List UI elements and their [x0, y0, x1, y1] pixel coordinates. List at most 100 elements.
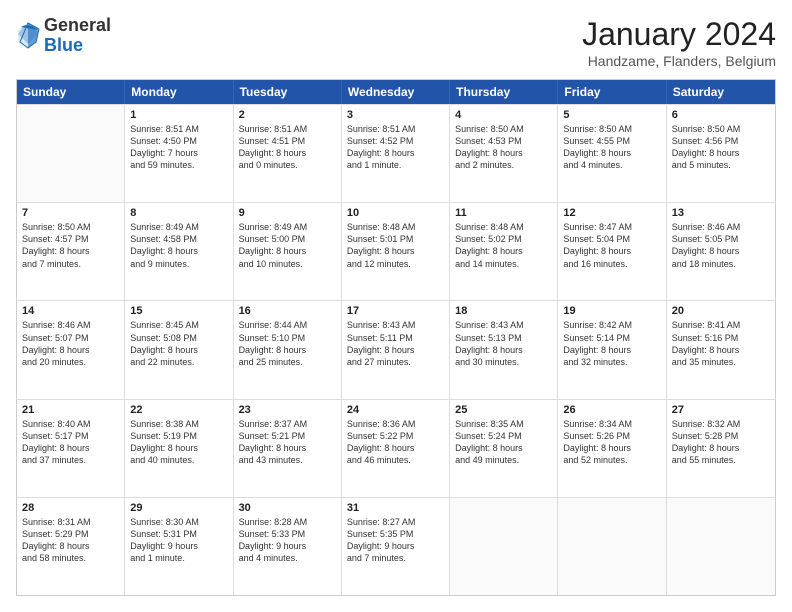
day-number: 20 — [672, 305, 770, 317]
calendar-body: 1 Sunrise: 8:51 AM Sunset: 4:50 PM Daylig… — [17, 104, 775, 595]
day-number: 13 — [672, 207, 770, 219]
logo: General Blue — [16, 16, 111, 56]
day-number: 26 — [563, 404, 660, 416]
cell-info: Sunrise: 8:34 AM Sunset: 5:26 PM Dayligh… — [563, 418, 660, 467]
calendar-cell: 8 Sunrise: 8:49 AM Sunset: 4:58 PM Daylig… — [125, 203, 233, 300]
calendar-row-1: 7 Sunrise: 8:50 AM Sunset: 4:57 PM Daylig… — [17, 202, 775, 300]
cell-info: Sunrise: 8:46 AM Sunset: 5:05 PM Dayligh… — [672, 221, 770, 270]
cell-info: Sunrise: 8:49 AM Sunset: 5:00 PM Dayligh… — [239, 221, 336, 270]
calendar-cell: 4 Sunrise: 8:50 AM Sunset: 4:53 PM Daylig… — [450, 105, 558, 202]
day-number: 1 — [130, 109, 227, 121]
day-number: 17 — [347, 305, 444, 317]
cell-info: Sunrise: 8:50 AM Sunset: 4:57 PM Dayligh… — [22, 221, 119, 270]
calendar-cell: 20 Sunrise: 8:41 AM Sunset: 5:16 PM Dayli… — [667, 301, 775, 398]
day-header-wednesday: Wednesday — [342, 80, 450, 104]
calendar-cell: 15 Sunrise: 8:45 AM Sunset: 5:08 PM Dayli… — [125, 301, 233, 398]
cell-info: Sunrise: 8:41 AM Sunset: 5:16 PM Dayligh… — [672, 319, 770, 368]
day-number: 11 — [455, 207, 552, 219]
title-block: January 2024 Handzame, Flanders, Belgium — [582, 16, 776, 69]
cell-info: Sunrise: 8:42 AM Sunset: 5:14 PM Dayligh… — [563, 319, 660, 368]
cell-info: Sunrise: 8:48 AM Sunset: 5:02 PM Dayligh… — [455, 221, 552, 270]
calendar-cell: 29Sunrise: 8:30 AM Sunset: 5:31 PM Dayli… — [125, 498, 233, 595]
day-number: 7 — [22, 207, 119, 219]
calendar-cell: 9 Sunrise: 8:49 AM Sunset: 5:00 PM Daylig… — [234, 203, 342, 300]
cell-info: Sunrise: 8:47 AM Sunset: 5:04 PM Dayligh… — [563, 221, 660, 270]
day-number: 19 — [563, 305, 660, 317]
calendar-cell — [667, 498, 775, 595]
day-header-thursday: Thursday — [450, 80, 558, 104]
location-subtitle: Handzame, Flanders, Belgium — [582, 53, 776, 69]
calendar-cell: 19 Sunrise: 8:42 AM Sunset: 5:14 PM Dayli… — [558, 301, 666, 398]
calendar-cell: 7 Sunrise: 8:50 AM Sunset: 4:57 PM Daylig… — [17, 203, 125, 300]
calendar-cell: 2Sunrise: 8:51 AM Sunset: 4:51 PM Daylig… — [234, 105, 342, 202]
calendar-cell: 25Sunrise: 8:35 AM Sunset: 5:24 PM Dayli… — [450, 400, 558, 497]
calendar-cell: 13 Sunrise: 8:46 AM Sunset: 5:05 PM Dayli… — [667, 203, 775, 300]
cell-info: Sunrise: 8:50 AM Sunset: 4:53 PM Dayligh… — [455, 123, 552, 172]
cell-info: Sunrise: 8:45 AM Sunset: 5:08 PM Dayligh… — [130, 319, 227, 368]
calendar-cell: 26 Sunrise: 8:34 AM Sunset: 5:26 PM Dayli… — [558, 400, 666, 497]
cell-info: Sunrise: 8:50 AM Sunset: 4:56 PM Dayligh… — [672, 123, 770, 172]
cell-info: Sunrise: 8:51 AM Sunset: 4:50 PM Dayligh… — [130, 123, 227, 172]
day-number: 25 — [455, 404, 552, 416]
cell-info: Sunrise: 8:51 AM Sunset: 4:51 PM Dayligh… — [239, 123, 336, 172]
cell-info: Sunrise: 8:28 AM Sunset: 5:33 PM Dayligh… — [239, 516, 336, 565]
calendar-cell: 27 Sunrise: 8:32 AM Sunset: 5:28 PM Dayli… — [667, 400, 775, 497]
day-number: 22 — [130, 404, 227, 416]
day-number: 12 — [563, 207, 660, 219]
calendar-cell: 1 Sunrise: 8:51 AM Sunset: 4:50 PM Daylig… — [125, 105, 233, 202]
day-number: 16 — [239, 305, 336, 317]
cell-info: Sunrise: 8:50 AM Sunset: 4:55 PM Dayligh… — [563, 123, 660, 172]
cell-info: Sunrise: 8:27 AM Sunset: 5:35 PM Dayligh… — [347, 516, 444, 565]
day-number: 15 — [130, 305, 227, 317]
calendar-cell: 21 Sunrise: 8:40 AM Sunset: 5:17 PM Dayli… — [17, 400, 125, 497]
calendar-cell: 23Sunrise: 8:37 AM Sunset: 5:21 PM Dayli… — [234, 400, 342, 497]
calendar-cell: 6 Sunrise: 8:50 AM Sunset: 4:56 PM Daylig… — [667, 105, 775, 202]
cell-info: Sunrise: 8:48 AM Sunset: 5:01 PM Dayligh… — [347, 221, 444, 270]
day-number: 4 — [455, 109, 552, 121]
day-number: 30 — [239, 502, 336, 514]
day-number: 27 — [672, 404, 770, 416]
day-header-monday: Monday — [125, 80, 233, 104]
cell-info: Sunrise: 8:31 AM Sunset: 5:29 PM Dayligh… — [22, 516, 119, 565]
calendar-cell: 31 Sunrise: 8:27 AM Sunset: 5:35 PM Dayli… — [342, 498, 450, 595]
calendar-cell: 16 Sunrise: 8:44 AM Sunset: 5:10 PM Dayli… — [234, 301, 342, 398]
day-number: 3 — [347, 109, 444, 121]
calendar-cell: 3 Sunrise: 8:51 AM Sunset: 4:52 PM Daylig… — [342, 105, 450, 202]
calendar-row-0: 1 Sunrise: 8:51 AM Sunset: 4:50 PM Daylig… — [17, 104, 775, 202]
header: General Blue January 2024 Handzame, Flan… — [16, 16, 776, 69]
day-number: 6 — [672, 109, 770, 121]
cell-info: Sunrise: 8:44 AM Sunset: 5:10 PM Dayligh… — [239, 319, 336, 368]
calendar-cell: 18Sunrise: 8:43 AM Sunset: 5:13 PM Dayli… — [450, 301, 558, 398]
calendar-cell: 14Sunrise: 8:46 AM Sunset: 5:07 PM Dayli… — [17, 301, 125, 398]
day-number: 28 — [22, 502, 119, 514]
cell-info: Sunrise: 8:40 AM Sunset: 5:17 PM Dayligh… — [22, 418, 119, 467]
calendar-row-2: 14Sunrise: 8:46 AM Sunset: 5:07 PM Dayli… — [17, 300, 775, 398]
day-number: 9 — [239, 207, 336, 219]
day-number: 31 — [347, 502, 444, 514]
cell-info: Sunrise: 8:43 AM Sunset: 5:11 PM Dayligh… — [347, 319, 444, 368]
logo-blue-text: Blue — [44, 35, 83, 55]
cell-info: Sunrise: 8:46 AM Sunset: 5:07 PM Dayligh… — [22, 319, 119, 368]
calendar-cell: 28 Sunrise: 8:31 AM Sunset: 5:29 PM Dayli… — [17, 498, 125, 595]
calendar: SundayMondayTuesdayWednesdayThursdayFrid… — [16, 79, 776, 596]
calendar-row-3: 21 Sunrise: 8:40 AM Sunset: 5:17 PM Dayli… — [17, 399, 775, 497]
cell-info: Sunrise: 8:32 AM Sunset: 5:28 PM Dayligh… — [672, 418, 770, 467]
cell-info: Sunrise: 8:51 AM Sunset: 4:52 PM Dayligh… — [347, 123, 444, 172]
day-header-sunday: Sunday — [17, 80, 125, 104]
calendar-cell: 17 Sunrise: 8:43 AM Sunset: 5:11 PM Dayli… — [342, 301, 450, 398]
cell-info: Sunrise: 8:36 AM Sunset: 5:22 PM Dayligh… — [347, 418, 444, 467]
calendar-cell: 24 Sunrise: 8:36 AM Sunset: 5:22 PM Dayli… — [342, 400, 450, 497]
calendar-header: SundayMondayTuesdayWednesdayThursdayFrid… — [17, 80, 775, 104]
cell-info: Sunrise: 8:43 AM Sunset: 5:13 PM Dayligh… — [455, 319, 552, 368]
calendar-cell — [558, 498, 666, 595]
calendar-cell: 11 Sunrise: 8:48 AM Sunset: 5:02 PM Dayli… — [450, 203, 558, 300]
month-title: January 2024 — [582, 16, 776, 53]
day-number: 24 — [347, 404, 444, 416]
cell-info: Sunrise: 8:30 AM Sunset: 5:31 PM Dayligh… — [130, 516, 227, 565]
page: General Blue January 2024 Handzame, Flan… — [0, 0, 792, 612]
cell-info: Sunrise: 8:49 AM Sunset: 4:58 PM Dayligh… — [130, 221, 227, 270]
logo-general-text: General — [44, 15, 111, 35]
day-number: 8 — [130, 207, 227, 219]
day-number: 21 — [22, 404, 119, 416]
calendar-cell — [17, 105, 125, 202]
